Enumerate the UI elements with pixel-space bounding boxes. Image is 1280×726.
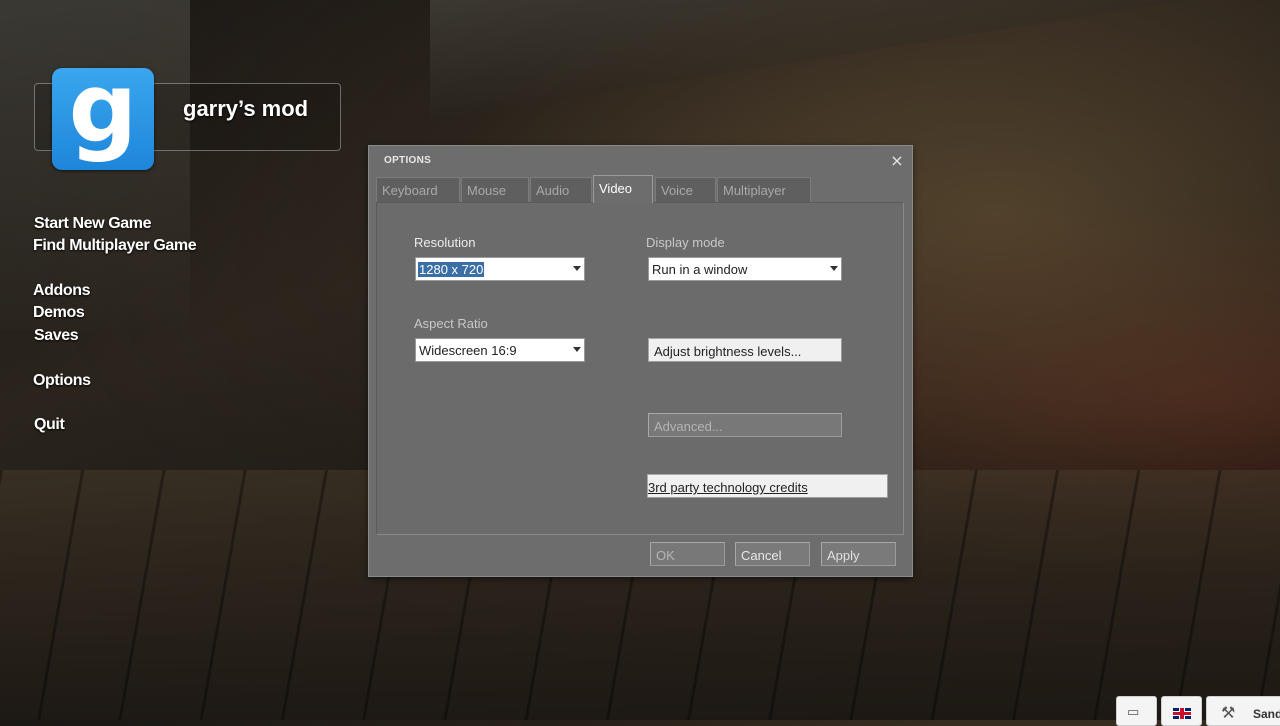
addons-link[interactable]: Addons	[33, 282, 91, 300]
cancel-button[interactable]: Cancel	[735, 542, 810, 566]
tab-multiplayer[interactable]: Multiplayer	[717, 177, 811, 202]
background-ceiling-beam	[430, 0, 1280, 120]
ok-button[interactable]: OK	[650, 542, 725, 566]
options-link[interactable]: Options	[33, 372, 91, 390]
third-party-credits-button[interactable]: 3rd party technology credits	[647, 474, 888, 498]
start-new-game-link[interactable]: Start New Game	[34, 215, 152, 233]
chevron-down-icon	[830, 266, 838, 271]
uk-flag-icon	[1173, 708, 1191, 719]
resolution-dropdown[interactable]: 1280 x 720	[415, 257, 585, 281]
aspect-ratio-dropdown[interactable]: Widescreen 16:9	[415, 338, 585, 362]
gmod-logo-icon: g	[52, 60, 154, 170]
resolution-label: Resolution	[414, 235, 476, 250]
hammer-icon: ⚒	[1221, 703, 1236, 722]
server-icon: ▭	[1127, 705, 1140, 720]
gamemode-button[interactable]: ⚒ Sand	[1206, 696, 1280, 726]
video-settings-panel: Resolution 1280 x 720 Display mode Run i…	[376, 202, 904, 535]
tab-voice[interactable]: Voice	[655, 177, 716, 202]
apply-button[interactable]: Apply	[821, 542, 896, 566]
game-title: garry’s mod	[183, 96, 309, 121]
tab-video[interactable]: Video	[593, 175, 653, 203]
find-multiplayer-game-link[interactable]: Find Multiplayer Game	[33, 237, 197, 255]
display-mode-label: Display mode	[646, 235, 725, 250]
advanced-button[interactable]: Advanced...	[648, 413, 842, 437]
chevron-down-icon	[573, 347, 581, 352]
demos-link[interactable]: Demos	[33, 304, 85, 322]
tab-keyboard[interactable]: Keyboard	[376, 177, 460, 202]
quit-link[interactable]: Quit	[34, 416, 65, 434]
display-mode-dropdown[interactable]: Run in a window	[648, 257, 842, 281]
options-dialog: OPTIONS × Keyboard Mouse Audio Video Voi…	[368, 145, 913, 577]
tab-audio[interactable]: Audio	[530, 177, 592, 202]
server-button[interactable]: ▭	[1116, 696, 1157, 726]
dialog-title: OPTIONS	[384, 155, 432, 166]
aspect-ratio-value: Widescreen 16:9	[419, 343, 517, 358]
language-button[interactable]	[1161, 696, 1202, 726]
gamemode-label: Sand	[1253, 707, 1280, 721]
aspect-ratio-label: Aspect Ratio	[414, 316, 488, 331]
resolution-value: 1280 x 720	[418, 262, 485, 277]
saves-link[interactable]: Saves	[34, 327, 79, 345]
close-icon[interactable]: ×	[889, 153, 905, 169]
display-mode-value: Run in a window	[652, 262, 748, 277]
adjust-brightness-button[interactable]: Adjust brightness levels...	[648, 338, 842, 362]
chevron-down-icon	[573, 266, 581, 271]
tab-mouse[interactable]: Mouse	[461, 177, 529, 202]
